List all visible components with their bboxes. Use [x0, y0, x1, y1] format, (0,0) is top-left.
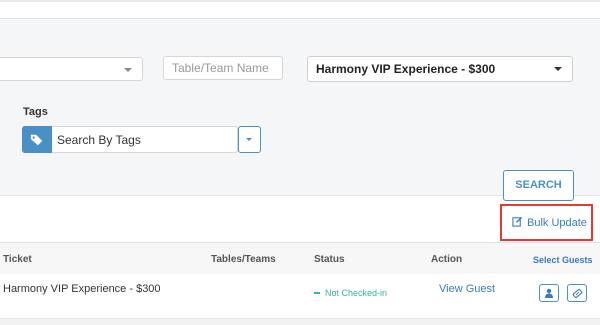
status-text: Not Checked-in [325, 288, 388, 298]
action-column-header: Action [431, 254, 463, 265]
ticket-select[interactable]: Harmony VIP Experience - $300 [307, 56, 573, 82]
status-dash-icon [314, 292, 320, 294]
filter-select[interactable] [0, 57, 143, 81]
ticket-select-value: Harmony VIP Experience - $300 [316, 62, 496, 76]
chevron-down-icon [246, 138, 252, 141]
tag-icon[interactable] [22, 126, 52, 153]
ticket-icon[interactable] [567, 284, 587, 302]
tags-dropdown-button[interactable] [238, 126, 261, 153]
status-column-header: Status [314, 254, 345, 265]
table-row: Harmony VIP Experience - $300 Not Checke… [0, 274, 600, 319]
chevron-down-icon [124, 68, 132, 72]
select-guests-link[interactable]: Select Guests [533, 255, 593, 265]
search-button[interactable]: SEARCH [503, 170, 574, 201]
tags-search-text: Search By Tags [57, 133, 141, 147]
ticket-cell: Harmony VIP Experience - $300 [3, 283, 161, 295]
chevron-down-icon [554, 67, 562, 71]
tags-search-field[interactable]: Search By Tags [22, 126, 238, 153]
bulk-update-highlight: Bulk Update [500, 204, 593, 241]
bottom-strip [0, 319, 600, 325]
tags-label: Tags [23, 106, 48, 118]
bulk-update-label: Bulk Update [527, 217, 587, 229]
bulk-update-button[interactable]: Bulk Update [512, 216, 587, 230]
tables-teams-column-header: Tables/Teams [211, 254, 276, 265]
table-header: Ticket Tables/Teams Status Action Select… [0, 242, 600, 275]
view-guest-link[interactable]: View Guest [439, 283, 495, 295]
table-team-name-input[interactable] [163, 56, 283, 80]
top-divider [0, 0, 600, 2]
edit-icon [512, 216, 523, 230]
status-cell: Not Checked-in [314, 288, 387, 298]
person-icon[interactable] [539, 284, 559, 302]
ticket-column-header: Ticket [3, 254, 32, 265]
filter-panel: Harmony VIP Experience - $300 Tags Searc… [0, 18, 600, 201]
